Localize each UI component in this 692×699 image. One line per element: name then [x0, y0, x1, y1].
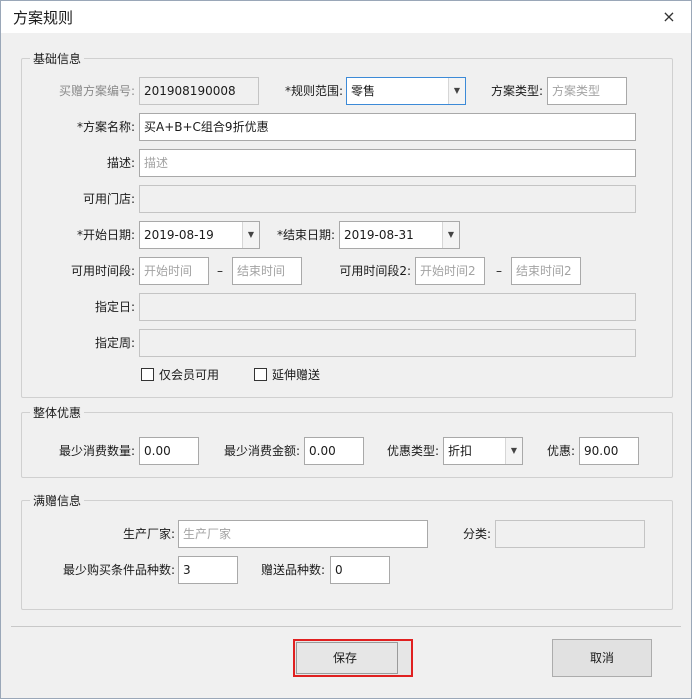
period1-end-placeholder: 结束时间 [237, 264, 286, 278]
period2-label: 可用时间段2: [339, 264, 411, 278]
end-date-value: 2019-08-31 [344, 228, 414, 242]
discount-type-value: 折扣 [448, 444, 473, 458]
start-date-label: *开始日期: [76, 228, 135, 242]
start-date-picker[interactable]: 2019-08-19 ▼ [139, 221, 260, 249]
specified-week-field[interactable] [139, 329, 636, 357]
end-date-label: *结束日期: [276, 228, 335, 242]
discount-type-select[interactable]: 折扣 ▼ [443, 437, 523, 465]
min-kinds-label: 最少购买条件品种数: [62, 563, 175, 577]
discount-label: 优惠: [546, 444, 575, 458]
cancel-button-label: 取消 [589, 651, 614, 665]
period2-start-input[interactable]: 开始时间2 [415, 257, 485, 285]
start-date-value: 2019-08-19 [144, 228, 214, 242]
period2-start-placeholder: 开始时间2 [420, 264, 476, 278]
store-label: 可用门店: [82, 192, 135, 206]
extend-gift-checkbox[interactable]: 延伸赠送 [254, 367, 320, 383]
checkbox-icon[interactable] [141, 368, 154, 381]
min-amount-value: 0.00 [309, 444, 336, 458]
period2-end-placeholder: 结束时间2 [516, 264, 572, 278]
discount-input[interactable]: 90.00 [579, 437, 639, 465]
discount-value: 90.00 [584, 444, 619, 458]
save-button[interactable]: 保存 [293, 639, 413, 677]
min-amount-label: 最少消费金额: [223, 444, 300, 458]
period1-end-input[interactable]: 结束时间 [232, 257, 302, 285]
extend-gift-label: 延伸赠送 [272, 368, 321, 382]
min-kinds-value: 3 [183, 563, 191, 577]
rule-scope-label: *规则范围: [284, 84, 343, 98]
close-icon[interactable]: × [657, 5, 681, 29]
min-amount-input[interactable]: 0.00 [304, 437, 364, 465]
gift-kinds-value: 0 [335, 563, 343, 577]
cancel-button[interactable]: 取消 [552, 639, 652, 677]
chevron-down-icon[interactable]: ▼ [242, 222, 259, 248]
description-placeholder: 描述 [144, 156, 169, 170]
period2-dash: – [496, 264, 502, 278]
description-input[interactable]: 描述 [139, 149, 636, 177]
save-button-label: 保存 [332, 651, 357, 665]
plan-type-label: 方案类型: [490, 84, 543, 98]
min-qty-value: 0.00 [144, 444, 171, 458]
chevron-down-icon[interactable]: ▼ [505, 438, 522, 464]
overall-discount-legend: 整体优惠 [30, 404, 85, 421]
plan-code-field[interactable]: 201908190008 [139, 77, 259, 105]
basic-info-legend: 基础信息 [30, 50, 85, 67]
manufacturer-input[interactable]: 生产厂家 [178, 520, 428, 548]
category-label: 分类: [462, 527, 491, 541]
gift-info-legend: 满赠信息 [30, 492, 85, 509]
gift-kinds-input[interactable]: 0 [330, 556, 390, 584]
dialog-title: 方案规则 [13, 9, 74, 27]
rule-scope-select[interactable]: 零售 ▼ [346, 77, 466, 105]
description-label: 描述: [106, 156, 135, 170]
manufacturer-placeholder: 生产厂家 [183, 527, 232, 541]
specified-week-label: 指定周: [94, 336, 135, 350]
min-kinds-input[interactable]: 3 [178, 556, 238, 584]
manufacturer-label: 生产厂家: [122, 527, 175, 541]
plan-name-value: 买A+B+C组合9折优惠 [144, 120, 269, 134]
member-only-label: 仅会员可用 [159, 368, 220, 382]
end-date-picker[interactable]: 2019-08-31 ▼ [339, 221, 460, 249]
plan-name-label: *方案名称: [76, 120, 135, 134]
footer-separator [11, 626, 681, 627]
period1-dash: – [217, 264, 223, 278]
chevron-down-icon[interactable]: ▼ [442, 222, 459, 248]
dialog-window: 方案规则 × 基础信息 买赠方案编号: 201908190008 *规则范围: … [0, 0, 692, 699]
plan-name-input[interactable]: 买A+B+C组合9折优惠 [139, 113, 636, 141]
period2-end-input[interactable]: 结束时间2 [511, 257, 581, 285]
min-qty-label: 最少消费数量: [58, 444, 135, 458]
plan-code-label: 买赠方案编号: [58, 84, 135, 98]
plan-type-placeholder: 方案类型 [552, 84, 601, 98]
rule-scope-value: 零售 [351, 84, 376, 98]
member-only-checkbox[interactable]: 仅会员可用 [141, 367, 219, 383]
plan-type-input[interactable]: 方案类型 [547, 77, 627, 105]
store-field[interactable] [139, 185, 636, 213]
period1-start-placeholder: 开始时间 [144, 264, 193, 278]
period1-label: 可用时间段: [70, 264, 135, 278]
checkbox-icon[interactable] [254, 368, 267, 381]
category-field[interactable] [495, 520, 645, 548]
gift-kinds-label: 赠送品种数: [260, 563, 325, 577]
min-qty-input[interactable]: 0.00 [139, 437, 199, 465]
plan-code-value: 201908190008 [144, 84, 236, 98]
discount-type-label: 优惠类型: [386, 444, 439, 458]
title-bar: 方案规则 × [1, 1, 691, 33]
chevron-down-icon[interactable]: ▼ [448, 78, 465, 104]
specified-day-field[interactable] [139, 293, 636, 321]
specified-day-label: 指定日: [94, 300, 135, 314]
period1-start-input[interactable]: 开始时间 [139, 257, 209, 285]
